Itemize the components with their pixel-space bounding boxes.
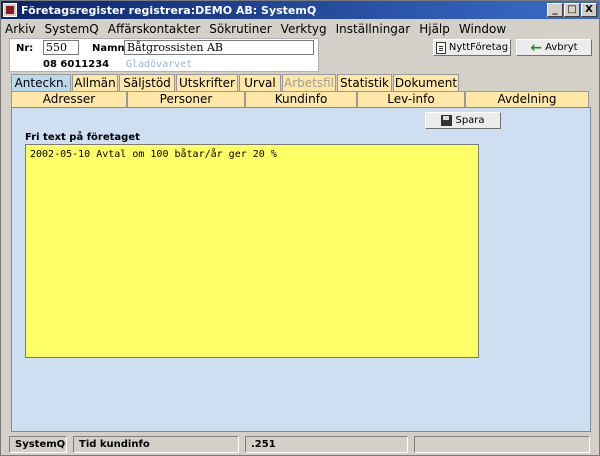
new-company-button[interactable]: NyttFöretag — [433, 39, 511, 56]
close-button[interactable]: X — [581, 3, 597, 17]
save-button[interactable]: Spara — [425, 112, 501, 129]
menu-hjalp[interactable]: Hjälp — [419, 22, 450, 36]
tab-avdelning[interactable]: Avdelning — [465, 91, 589, 108]
free-text-area[interactable]: 2002-05-10 Avtal om 100 båtar/år ger 20 … — [25, 144, 479, 358]
status-value: .251 — [245, 436, 408, 453]
back-arrow-icon: ← — [530, 39, 543, 56]
window-controls: _ □ X — [547, 3, 597, 17]
cancel-button[interactable]: ← Avbryt — [516, 39, 592, 56]
tab-kundinfo[interactable]: Kundinfo — [245, 91, 357, 108]
tab-anteckn[interactable]: Anteckn. — [11, 74, 71, 92]
app-icon — [3, 3, 17, 17]
sub-name: Gladövarvet — [126, 59, 193, 70]
maximize-button[interactable]: □ — [564, 3, 580, 17]
tab-personer[interactable]: Personer — [127, 91, 245, 108]
tab-urval[interactable]: Urval — [239, 74, 281, 92]
new-document-icon — [435, 41, 446, 54]
notes-panel: Spara Fri text på företaget 2002-05-10 A… — [11, 107, 591, 432]
nr-field[interactable]: 550 — [43, 40, 79, 55]
new-company-label: NyttFöretag — [448, 42, 509, 53]
menu-affarskontakter[interactable]: Affärskontakter — [108, 22, 201, 36]
floppy-disk-icon — [441, 115, 453, 126]
status-extra — [414, 436, 590, 453]
status-section: Tid kundinfo — [73, 436, 239, 453]
tab-arbetsfil[interactable]: Arbetsfil — [282, 74, 336, 92]
tab-statistik[interactable]: Statistik — [337, 74, 392, 92]
menu-window[interactable]: Window — [459, 22, 506, 36]
main-window: Företagsregister registrera:DEMO AB: Sys… — [0, 0, 600, 456]
menu-systemq[interactable]: SystemQ — [45, 22, 99, 36]
nr-label: Nr: — [16, 43, 34, 54]
menu-arkiv[interactable]: Arkiv — [5, 22, 36, 36]
free-text-label: Fri text på företaget — [25, 132, 140, 143]
company-header: Nr: 550 Namn: Båtgrossisten AB 08 601123… — [9, 38, 319, 72]
tab-utskrifter[interactable]: Utskrifter — [176, 74, 238, 92]
tab-row-secondary: Adresser Personer Kundinfo Lev-info Avde… — [11, 91, 591, 108]
tab-allman[interactable]: Allmän — [72, 74, 118, 92]
tab-saljstod[interactable]: Säljstöd — [119, 74, 175, 92]
title-bar[interactable]: Företagsregister registrera:DEMO AB: Sys… — [1, 1, 599, 19]
tab-lev-info[interactable]: Lev-info — [357, 91, 465, 108]
menu-sokrutiner[interactable]: Sökrutiner — [209, 22, 271, 36]
name-field[interactable]: Båtgrossisten AB — [124, 40, 314, 55]
menu-bar: Arkiv SystemQ Affärskontakter Sökrutiner… — [1, 20, 599, 38]
cancel-label: Avbryt — [545, 42, 578, 53]
menu-installningar[interactable]: Inställningar — [336, 22, 411, 36]
tab-dokument[interactable]: Dokument — [393, 74, 459, 92]
status-app: SystemQ — [9, 436, 67, 453]
phone-number: 08 6011234 — [43, 59, 110, 70]
window-title: Företagsregister registrera:DEMO AB: Sys… — [21, 3, 317, 17]
minimize-button[interactable]: _ — [547, 3, 563, 17]
save-label: Spara — [455, 115, 485, 126]
tab-adresser[interactable]: Adresser — [11, 91, 127, 108]
menu-verktyg[interactable]: Verktyg — [281, 22, 327, 36]
status-bar: SystemQ Tid kundinfo .251 — [1, 435, 599, 455]
